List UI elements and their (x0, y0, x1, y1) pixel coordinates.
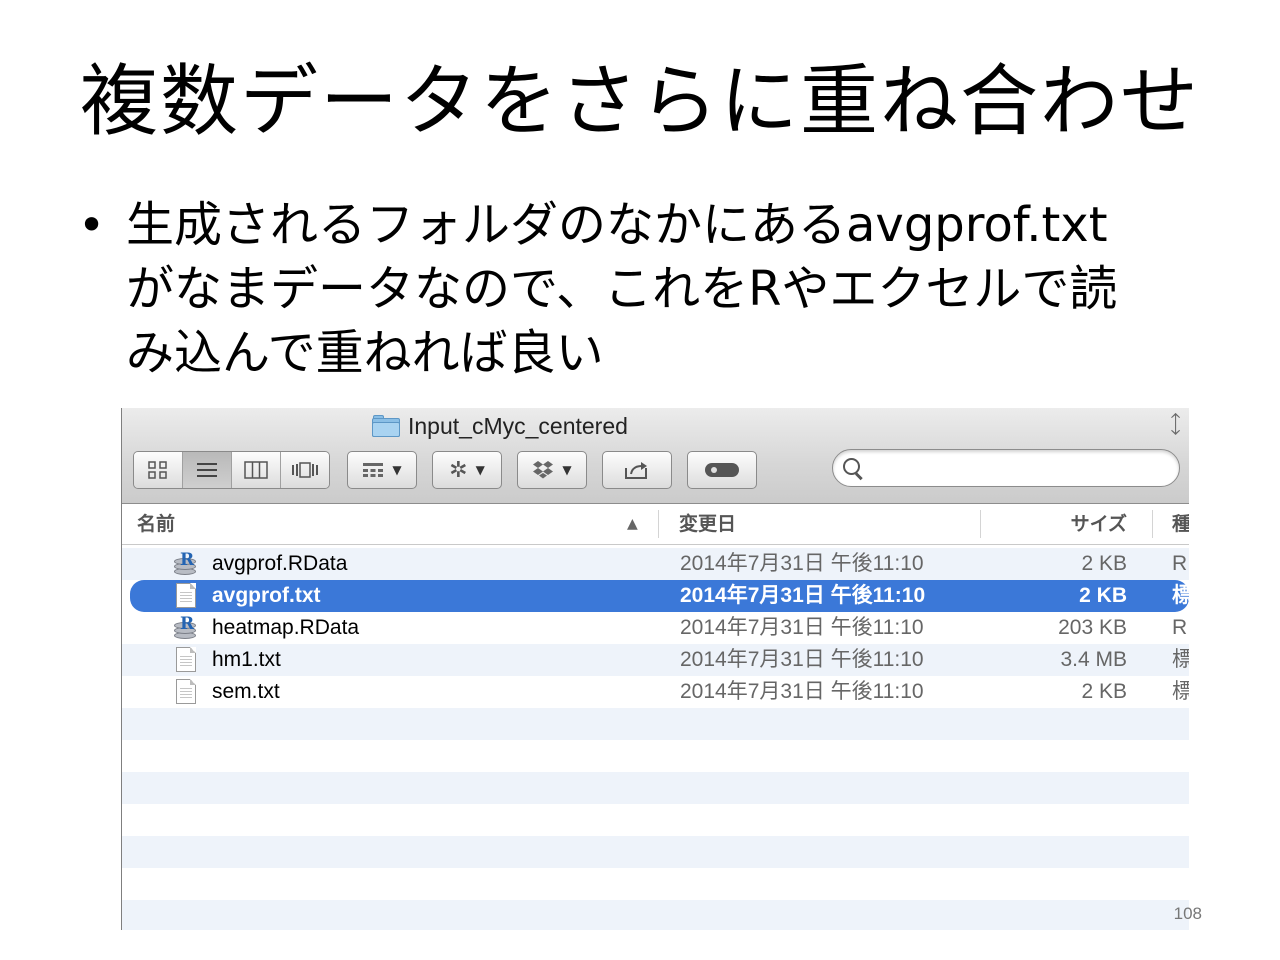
file-size: 203 KB (1058, 616, 1127, 639)
file-size: 2 KB (1081, 552, 1127, 575)
share-icon (625, 462, 647, 479)
slide: 複数データをさらに重ね合わせ • 生成されるフォルダのなかにあるavgprof.… (0, 0, 1280, 960)
chevron-down-icon: ▼ (562, 463, 572, 477)
gear-icon: ✲ (449, 457, 468, 483)
grid-icon (148, 461, 167, 479)
slide-title: 複数データをさらに重ね合わせ (79, 57, 1200, 147)
search-input[interactable] (869, 456, 1163, 480)
icon-view-button[interactable] (134, 452, 183, 488)
file-kind: R (1172, 616, 1188, 639)
cover-flow-icon (292, 462, 318, 478)
empty-row (122, 804, 1189, 836)
empty-row (122, 772, 1189, 804)
rdata-file-icon: R (172, 614, 198, 642)
folder-icon (372, 415, 400, 437)
file-date: 2014年7月31日 午後11:10 (680, 584, 926, 607)
file-list: R avgprof.RData 2014年7月31日 午後11:10 2 KB … (122, 548, 1189, 930)
dropbox-button[interactable]: ▼ (517, 451, 587, 489)
column-view-button[interactable] (232, 452, 281, 488)
file-name: avgprof.txt (212, 584, 321, 607)
empty-row (122, 868, 1189, 900)
file-name: heatmap.RData (212, 616, 360, 639)
text-file-icon (176, 583, 196, 608)
text-file-icon (176, 679, 196, 704)
column-header: 名前 ▲ 変更日 サイズ 種 (122, 504, 1189, 545)
chevron-down-icon: ▼ (475, 463, 485, 477)
column-header-date[interactable]: 変更日 (679, 504, 736, 544)
finder-window: Input_cMyc_centered ⤢ ▼ ✲ ▼ ▼ 名前 ▲ 変更日 サ… (121, 408, 1189, 930)
list-view-button[interactable] (183, 452, 232, 488)
empty-row (122, 900, 1189, 930)
search-field[interactable] (832, 449, 1180, 487)
sort-ascending-icon: ▲ (627, 516, 638, 532)
file-date: 2014年7月31日 午後11:10 (680, 680, 924, 703)
file-name: hm1.txt (212, 648, 281, 671)
view-mode-selector (133, 451, 330, 489)
file-kind: 標 (1172, 644, 1189, 676)
column-header-kind[interactable]: 種 (1172, 504, 1189, 544)
file-row[interactable]: R avgprof.RData 2014年7月31日 午後11:10 2 KB … (122, 548, 1189, 580)
column-divider[interactable] (980, 510, 981, 538)
file-date: 2014年7月31日 午後11:10 (680, 552, 924, 575)
column-divider[interactable] (658, 510, 659, 538)
finder-titlebar: Input_cMyc_centered ⤢ ▼ ✲ ▼ ▼ (122, 408, 1189, 504)
file-row-selected[interactable]: avgprof.txt 2014年7月31日 午後11:10 2 KB 標 (130, 580, 1189, 612)
file-size: 3.4 MB (1060, 648, 1127, 671)
file-kind: R (1172, 552, 1188, 575)
file-size: 2 KB (1081, 680, 1127, 703)
window-title: Input_cMyc_centered (372, 410, 628, 442)
file-kind: 標 (1172, 676, 1189, 708)
arrange-button[interactable]: ▼ (347, 451, 417, 489)
empty-row (122, 708, 1189, 740)
action-button[interactable]: ✲ ▼ (432, 451, 502, 489)
tag-icon (705, 463, 739, 477)
column-header-name[interactable]: 名前 (137, 504, 175, 544)
file-name: sem.txt (212, 680, 280, 703)
empty-row (122, 740, 1189, 772)
bullet-line-1: 生成されるフォルダのなかにあるavgprof.txt (126, 197, 1108, 253)
tags-button[interactable] (687, 451, 757, 489)
file-date: 2014年7月31日 午後11:10 (680, 616, 924, 639)
text-file-icon (176, 647, 196, 672)
page-number: 108 (1173, 904, 1202, 923)
share-button[interactable] (602, 451, 672, 489)
column-divider[interactable] (1152, 510, 1153, 538)
arrange-icon (363, 463, 384, 477)
file-size: 2 KB (1079, 584, 1127, 607)
file-row[interactable]: hm1.txt 2014年7月31日 午後11:10 3.4 MB 標 (122, 644, 1189, 676)
search-icon (843, 458, 863, 481)
column-header-size[interactable]: サイズ (1071, 504, 1127, 544)
file-name: avgprof.RData (212, 552, 348, 575)
file-date: 2014年7月31日 午後11:10 (680, 648, 924, 671)
bullet-line-3: み込んで重ねれば良い (126, 325, 604, 381)
chevron-down-icon: ▼ (392, 463, 402, 477)
file-row[interactable]: sem.txt 2014年7月31日 午後11:10 2 KB 標 (122, 676, 1189, 708)
file-kind: 標 (1172, 580, 1189, 612)
columns-icon (244, 461, 268, 479)
file-row[interactable]: R heatmap.RData 2014年7月31日 午後11:10 203 K… (122, 612, 1189, 644)
empty-row (122, 836, 1189, 868)
list-icon (197, 463, 217, 477)
bullet-dot: • (78, 198, 106, 252)
rdata-file-icon: R (172, 550, 198, 578)
bullet-line-2: がなまデータなので、これをRやエクセルで読 (126, 261, 1118, 317)
cover-flow-button[interactable] (281, 452, 329, 488)
fullscreen-icon[interactable]: ⤢ (1161, 409, 1189, 439)
window-title-text: Input_cMyc_centered (408, 412, 628, 439)
dropbox-icon (533, 461, 554, 479)
